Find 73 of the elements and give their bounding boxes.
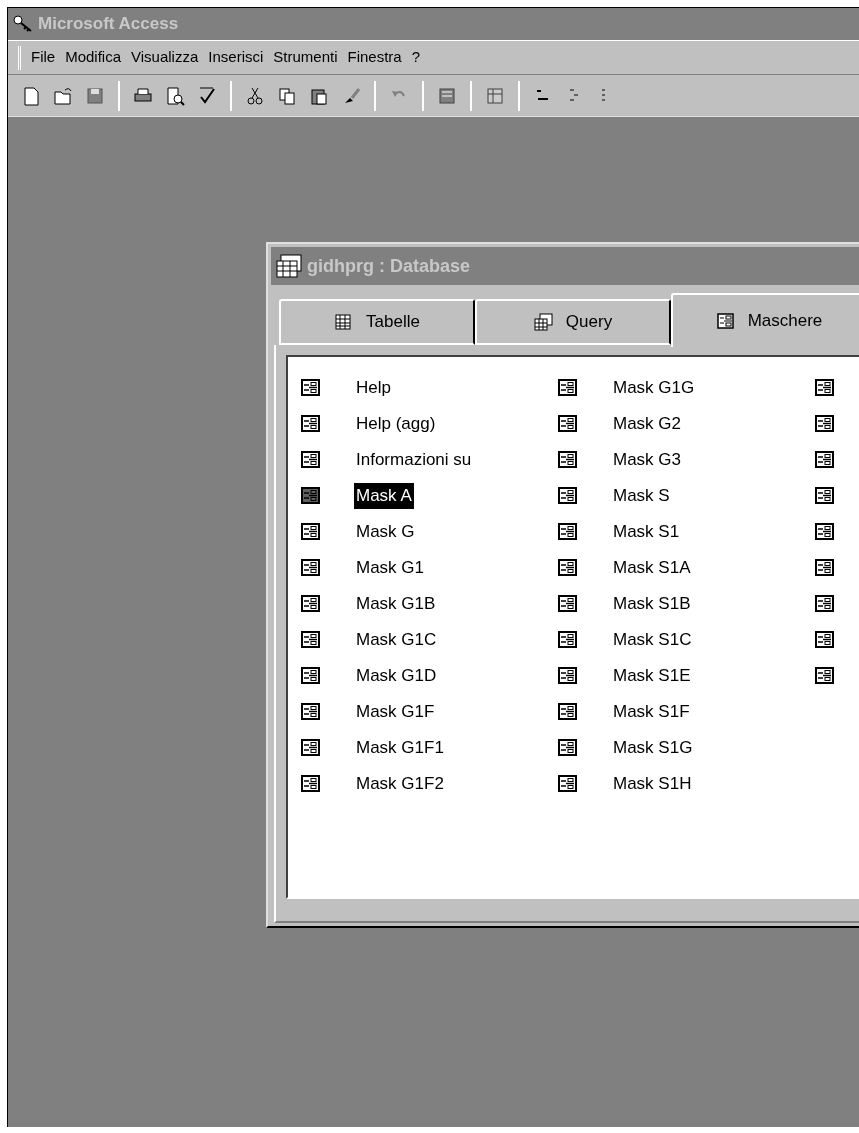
form-icon <box>814 630 836 650</box>
form-list-item[interactable]: Mask S1G <box>557 730 814 766</box>
form-list-item[interactable]: Mask G1F <box>300 694 557 730</box>
form-icon <box>557 702 579 722</box>
form-list-item[interactable]: Mask S1A <box>557 550 814 586</box>
menu-item[interactable]: File <box>31 46 56 69</box>
menu-item[interactable]: Strumenti <box>273 46 338 69</box>
form-icon <box>557 486 579 506</box>
tab[interactable]: Maschere <box>671 293 859 347</box>
menu-item[interactable]: Visualizza <box>131 46 199 69</box>
form-icon <box>814 450 836 470</box>
menu-item[interactable]: Finestra <box>347 46 402 69</box>
form-icon <box>300 486 322 506</box>
database-icon <box>275 253 303 279</box>
menu-item[interactable]: Modifica <box>65 46 122 69</box>
form-icon <box>300 414 322 434</box>
form-list-item[interactable]: Mask G1F1 <box>300 730 557 766</box>
form-icon <box>814 486 836 506</box>
form-list-item[interactable]: Mask G1D <box>300 658 557 694</box>
form-list-item[interactable]: Mask S1C <box>557 622 814 658</box>
window-title: Microsoft Access <box>38 13 179 36</box>
form-icon <box>557 594 579 614</box>
form-list-item[interactable]: Mask G <box>300 514 557 550</box>
form-icon <box>300 702 322 722</box>
form-icon <box>557 774 579 794</box>
form-icon <box>557 558 579 578</box>
tab[interactable]: Query <box>475 299 671 345</box>
form-icon <box>814 378 836 398</box>
menu-item[interactable]: Inserisci <box>208 46 264 69</box>
form-list-item[interactable]: Informazioni su <box>300 442 557 478</box>
window-title: gidhprg : Database <box>307 254 471 278</box>
form-list-item[interactable]: Mask S1B <box>557 586 814 622</box>
form-list-item[interactable]: Mask G1F2 <box>300 766 557 802</box>
form-icon <box>814 594 836 614</box>
form-list-item[interactable]: Mask G1 <box>300 550 557 586</box>
form-list-item[interactable]: Mask G1C <box>300 622 557 658</box>
form-icon <box>557 666 579 686</box>
form-icon <box>300 450 322 470</box>
form-icon <box>814 414 836 434</box>
form-icon <box>557 630 579 650</box>
form-list-item[interactable]: Mask A <box>300 478 557 514</box>
form-list-item[interactable]: Mask G1B <box>300 586 557 622</box>
form-list-item[interactable]: Mask G3 <box>557 442 814 478</box>
form-icon <box>300 594 322 614</box>
form-icon <box>300 522 322 542</box>
form-list-item[interactable]: Help <box>300 370 557 406</box>
form-icon <box>557 450 579 470</box>
form-list-item[interactable]: Mask G1G <box>557 370 814 406</box>
form-list-item[interactable]: Mask S1F <box>557 694 814 730</box>
key-icon <box>12 14 34 34</box>
form-icon <box>300 666 322 686</box>
form-list-item[interactable]: Mask S1E <box>557 658 814 694</box>
form-list-item[interactable]: Help (agg) <box>300 406 557 442</box>
form-icon <box>814 666 836 686</box>
form-icon <box>300 774 322 794</box>
form-list-item[interactable]: Mask S1 <box>557 514 814 550</box>
form-icon <box>814 522 836 542</box>
form-list-item[interactable]: Mask S <box>557 478 814 514</box>
form-list-item[interactable]: Mask S1H <box>557 766 814 802</box>
form-icon <box>557 378 579 398</box>
form-icon <box>300 558 322 578</box>
form-icon <box>300 630 322 650</box>
form-icon <box>300 378 322 398</box>
form-list-item[interactable]: Mask G2 <box>557 406 814 442</box>
form-icon <box>557 414 579 434</box>
form-icon <box>715 312 736 330</box>
form-icon <box>557 738 579 758</box>
form-icon <box>814 558 836 578</box>
menu-item[interactable]: ? <box>411 46 421 69</box>
form-icon <box>300 738 322 758</box>
form-icon <box>557 522 579 542</box>
query-icon <box>533 313 554 331</box>
tab[interactable]: Tabelle <box>279 299 475 345</box>
